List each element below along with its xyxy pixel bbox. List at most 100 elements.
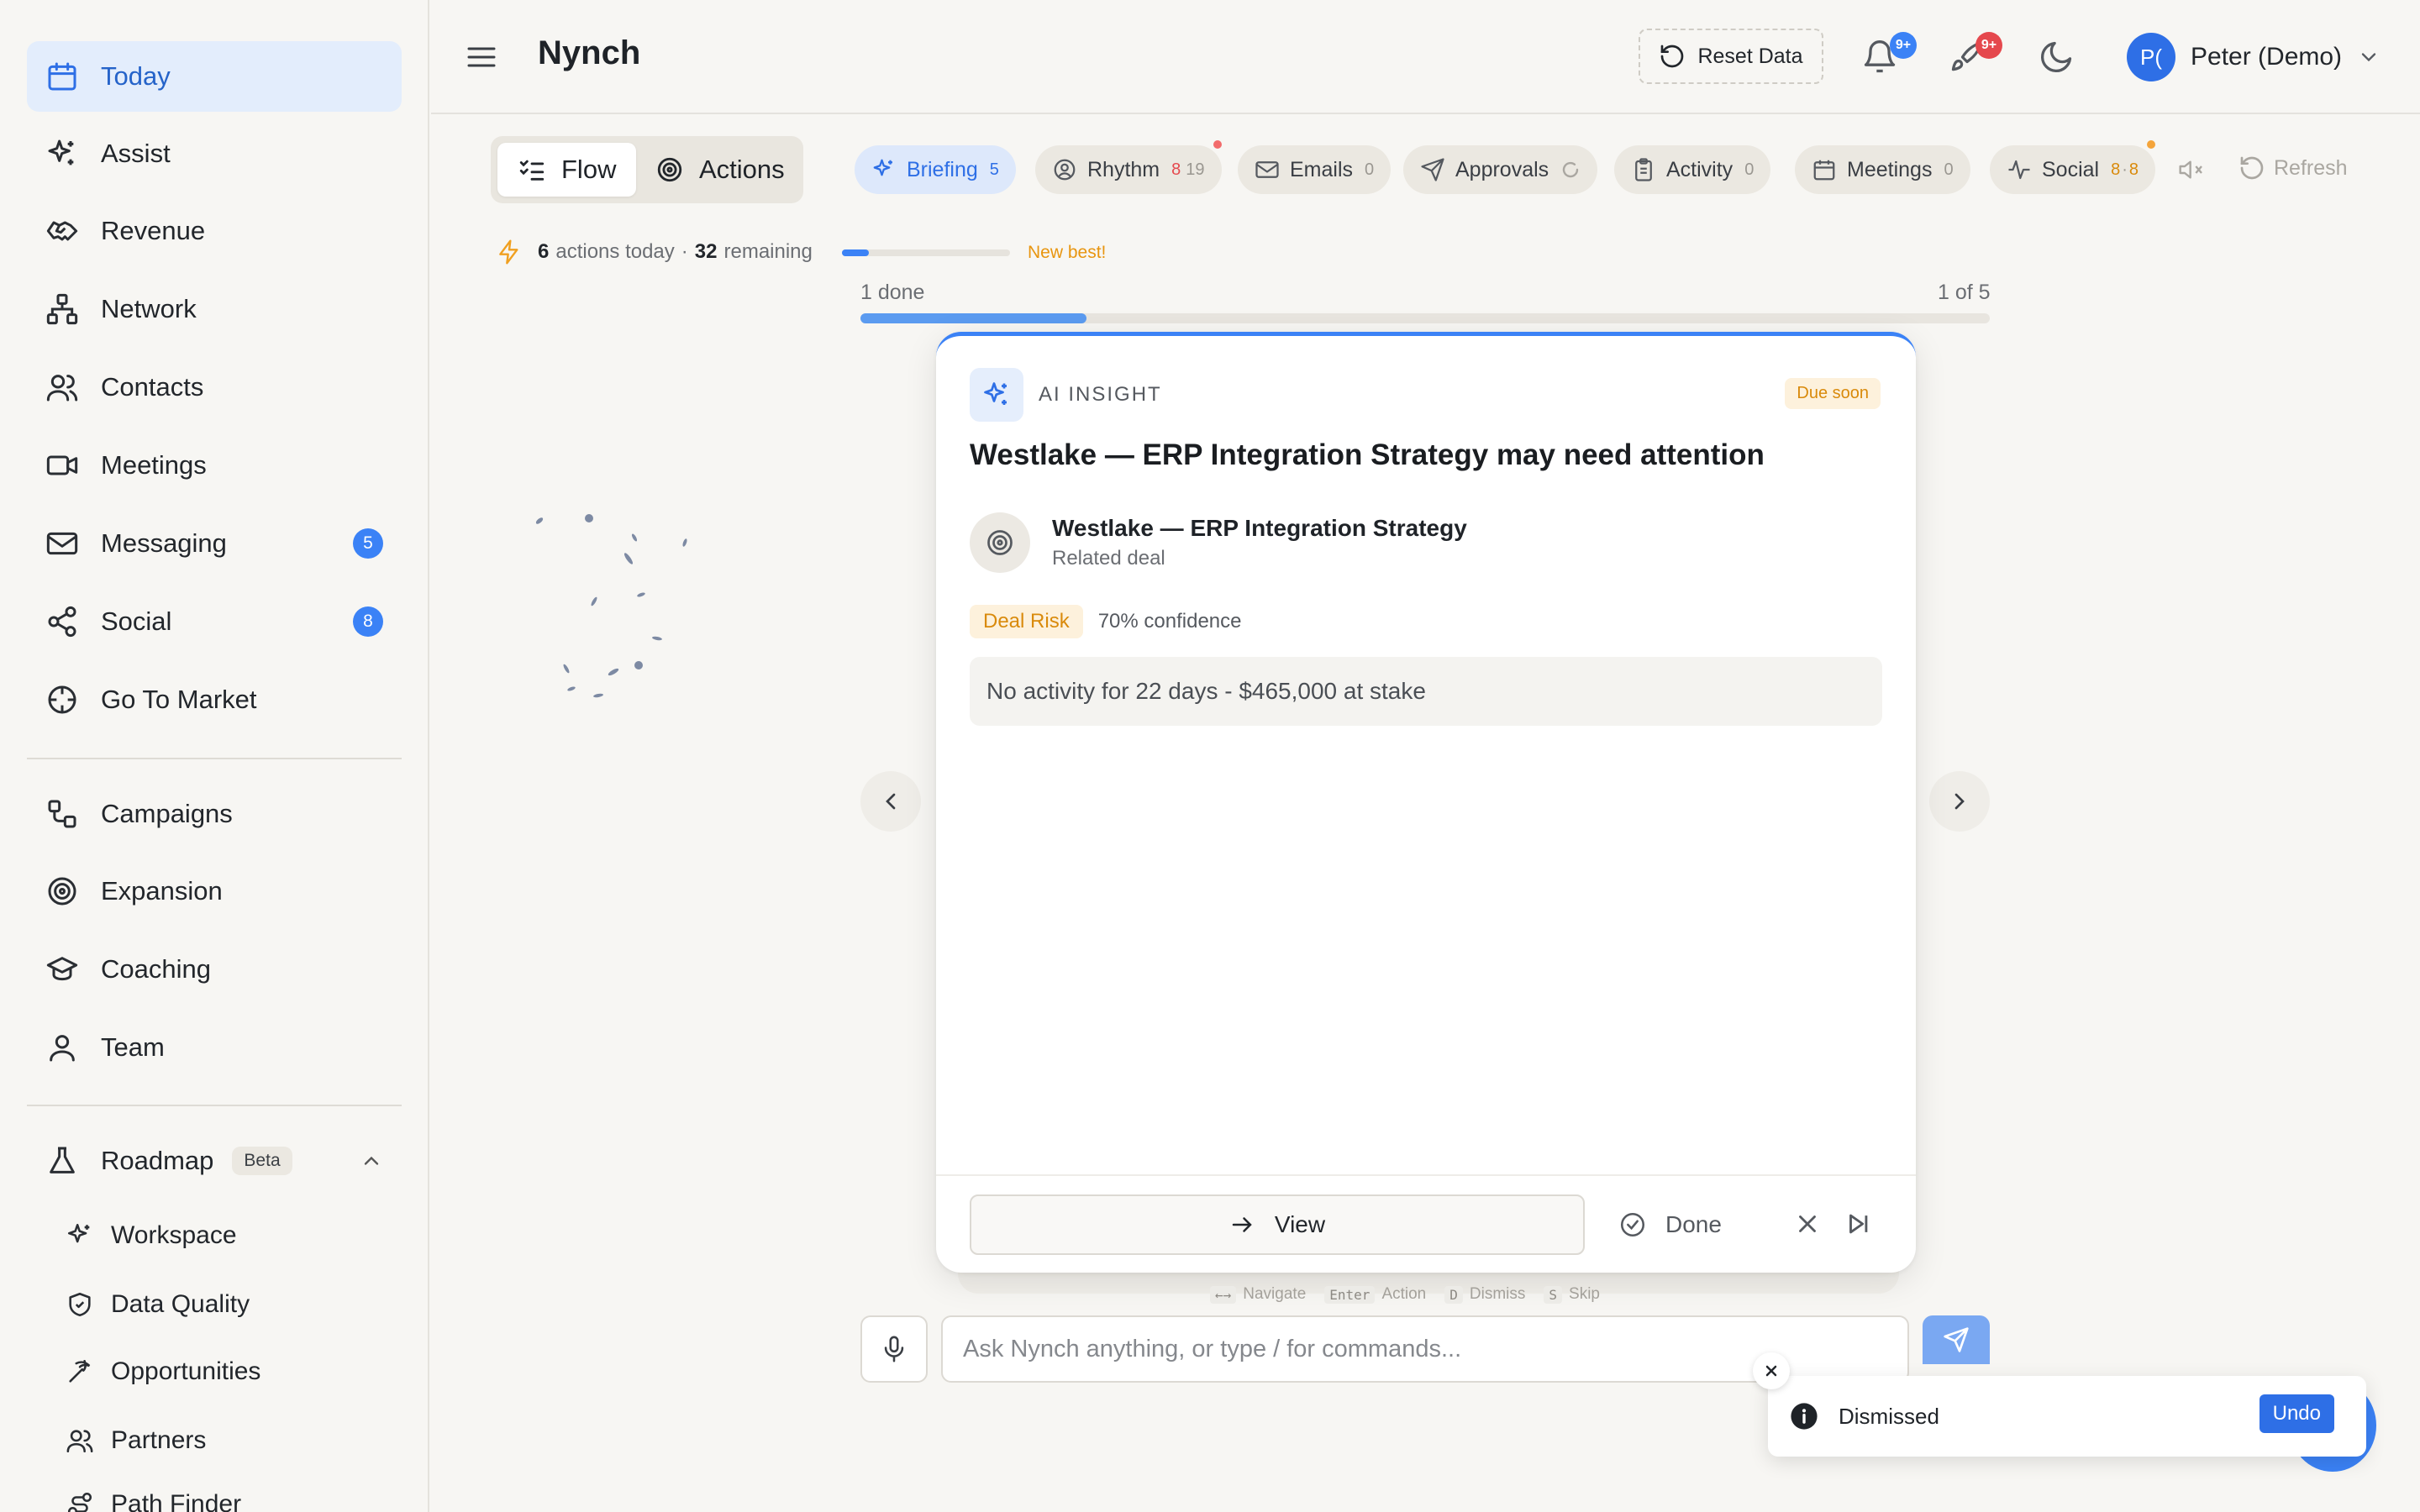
pill-count: 5 — [989, 160, 999, 179]
hamburger-menu-icon[interactable] — [465, 40, 498, 74]
next-card-button[interactable] — [1929, 771, 1990, 832]
sidebar-item-label: Today — [101, 61, 171, 91]
sidebar-item-coaching[interactable]: Coaching — [27, 934, 402, 1005]
pickaxe-icon — [69, 1359, 91, 1383]
unread-badge: 5 — [353, 528, 383, 559]
sidebar-divider — [27, 1105, 402, 1106]
target-icon — [657, 157, 682, 182]
avatar: P( — [2127, 33, 2175, 81]
deal-subtitle: Related deal — [1052, 547, 1165, 570]
clipboard-icon — [1635, 158, 1652, 181]
check-circle-icon — [1620, 1212, 1645, 1237]
sidebar-subitem-workspace[interactable]: Workspace — [66, 1206, 237, 1265]
sidebar-subitem-path-finder[interactable]: Path Finder — [66, 1475, 241, 1512]
sidebar-item-label: Roadmap — [101, 1146, 214, 1175]
sidebar-subitem-label: Workspace — [111, 1221, 237, 1249]
sidebar-item-label: Messaging — [101, 528, 227, 558]
sidebar-item-assist[interactable]: Assist — [27, 118, 402, 189]
sidebar-item-label: Meetings — [101, 450, 207, 480]
pill-label: Emails — [1290, 157, 1354, 181]
pill-label: Rhythm — [1087, 157, 1160, 181]
close-icon — [1765, 1365, 1777, 1377]
actions-toggle-button[interactable]: Actions — [635, 143, 805, 197]
send-button[interactable] — [1923, 1315, 1990, 1364]
sidebar-item-today[interactable]: Today — [27, 41, 402, 112]
card-actions: View Done — [936, 1174, 1916, 1273]
stats-separator: · — [681, 240, 688, 263]
user-icon — [50, 1035, 75, 1062]
sidebar-item-meetings[interactable]: Meetings — [27, 430, 402, 501]
pill-label: Social — [2042, 157, 2100, 181]
queue-progress-fill — [860, 313, 1086, 323]
handshake-icon — [46, 221, 78, 241]
done-button[interactable]: Done — [1618, 1194, 1722, 1255]
refresh-button[interactable]: Refresh — [2238, 155, 2348, 181]
list-checks-icon — [519, 160, 544, 181]
volume-mute-icon[interactable] — [2178, 156, 2205, 183]
deal-name: Westlake — ERP Integration Strategy — [1052, 515, 1467, 541]
sidebar-subitem-partners[interactable]: Partners — [66, 1411, 206, 1470]
sidebar-item-revenue[interactable]: Revenue — [27, 196, 402, 266]
sidebar-item-network[interactable]: Network — [27, 274, 402, 344]
sparkles-icon — [970, 368, 1023, 422]
moon-icon[interactable] — [2038, 39, 2075, 76]
daily-progress-bar — [842, 249, 1010, 256]
sidebar-item-roadmap[interactable]: Roadmap Beta — [27, 1126, 402, 1196]
sidebar-item-messaging[interactable]: Messaging 5 — [27, 508, 402, 579]
filter-pill-meetings[interactable]: Meetings 0 — [1795, 145, 1970, 194]
filter-pill-approvals[interactable]: Approvals — [1403, 145, 1598, 194]
sidebar-item-label: Go To Market — [101, 685, 257, 714]
calendar-icon — [1813, 160, 1835, 181]
users-icon — [46, 375, 78, 402]
undo-button[interactable]: Undo — [2259, 1394, 2334, 1433]
sidebar-item-expansion[interactable]: Expansion — [27, 856, 402, 927]
filter-pill-social[interactable]: Social 8 · 8 — [1990, 140, 2156, 194]
view-button[interactable]: View — [970, 1194, 1585, 1255]
toast-close-button[interactable] — [1753, 1352, 1790, 1389]
shortcut-label: Dismiss — [1469, 1285, 1526, 1303]
arrow-right-icon — [1232, 1217, 1252, 1232]
route-icon — [67, 1492, 92, 1512]
sidebar-subitem-label: Data Quality — [111, 1290, 250, 1318]
filter-pill-briefing[interactable]: Briefing 5 — [855, 145, 1016, 194]
loading-spinner-icon — [1562, 161, 1579, 178]
sidebar-item-campaigns[interactable]: Campaigns — [27, 779, 402, 849]
target-icon — [970, 512, 1030, 573]
voice-input-button[interactable] — [860, 1315, 928, 1383]
pill-count: 0 — [1744, 160, 1754, 179]
related-deal[interactable]: Westlake — ERP Integration Strategy Rela… — [970, 512, 1467, 573]
pill-count-overdue: 8 — [1171, 160, 1181, 179]
pill-alert-dot — [1213, 140, 1222, 149]
skip-forward-icon[interactable] — [1844, 1210, 1872, 1238]
filter-pill-emails[interactable]: Emails 0 — [1238, 145, 1392, 194]
previous-card-button[interactable] — [860, 771, 921, 832]
sidebar-subitem-data-quality[interactable]: Data Quality — [66, 1275, 250, 1334]
sidebar-item-contacts[interactable]: Contacts — [27, 352, 402, 423]
risk-row: Deal Risk 70% confidence — [970, 605, 1242, 638]
chevron-up-icon[interactable] — [360, 1149, 383, 1173]
reset-data-button[interactable]: Reset Data — [1639, 29, 1823, 84]
sidebar-subitem-opportunities[interactable]: Opportunities — [66, 1342, 260, 1401]
new-best-label: New best! — [1028, 243, 1107, 262]
user-name: Peter (Demo) — [2191, 43, 2343, 71]
sidebar-item-social[interactable]: Social 8 — [27, 586, 402, 657]
actions-label: Actions — [699, 155, 785, 184]
refresh-icon — [2240, 156, 2264, 180]
flow-label: Flow — [561, 155, 617, 184]
sidebar-item-label: Campaigns — [101, 799, 233, 828]
alerts-badge: 9+ — [1975, 32, 2002, 59]
sidebar-item-go-to-market[interactable]: Go To Market — [27, 664, 402, 735]
flow-toggle-button[interactable]: Flow — [497, 143, 637, 197]
sidebar: Today Assist Revenue Network Contacts Me… — [0, 0, 429, 1512]
filter-pill-rhythm[interactable]: Rhythm 8 19 — [1035, 140, 1222, 194]
microphone-icon — [884, 1336, 904, 1362]
user-menu[interactable]: P( Peter (Demo) — [2127, 32, 2381, 82]
filter-pill-activity[interactable]: Activity 0 — [1614, 145, 1771, 194]
sidebar-item-team[interactable]: Team — [27, 1012, 402, 1083]
sidebar-item-label: Contacts — [101, 372, 204, 402]
daily-stats: 6 actions today · 32 remaining — [496, 239, 813, 265]
crosshair-icon — [48, 685, 76, 714]
sidebar-item-label: Social — [101, 606, 172, 636]
dismiss-icon[interactable] — [1793, 1210, 1822, 1238]
daily-progress-fill — [842, 249, 869, 256]
